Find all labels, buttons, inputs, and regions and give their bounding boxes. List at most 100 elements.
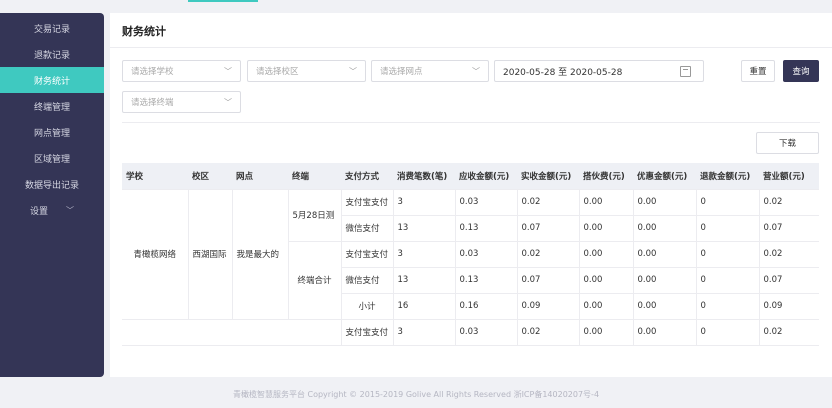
school-select-placeholder: 请选择学校 [131, 67, 174, 77]
table-cell: 0 [696, 267, 760, 294]
campus-select[interactable]: 请选择校区 ﹀ [247, 60, 366, 82]
sidebar-item-outlets[interactable]: 网点管理 [0, 119, 104, 145]
column-header: 应收金额(元) [455, 163, 517, 190]
terminal-cell: 终端合计 [288, 241, 342, 320]
campus-select-placeholder: 请选择校区 [256, 67, 299, 77]
table-cell: 0.13 [455, 215, 518, 242]
subtotal-label: 小计 [341, 293, 394, 320]
table-cell: 3 [393, 241, 456, 268]
table-cell: 0.00 [633, 319, 697, 346]
table-cell: 0.02 [759, 319, 819, 346]
table-cell: 0.03 [455, 189, 518, 216]
table-header-row: 学校 校区 网点 终端 支付方式 消费笔数(笔) 应收金额(元) 实收金额(元)… [122, 163, 819, 190]
table-cell: 0.09 [517, 293, 580, 320]
sidebar-item-label: 财务统计 [33, 76, 70, 87]
table-cell: 0 [696, 241, 760, 268]
sidebar-item-label: 设置 [29, 206, 48, 217]
table-row: 支付宝支付 3 0.03 0.02 0.00 0.00 0 0.02 [122, 319, 819, 346]
table-cell: 支付宝支付 [341, 189, 394, 216]
column-header: 退款金额(元) [696, 163, 759, 190]
sidebar-item-finance-stats[interactable]: 财务统计 [0, 67, 104, 93]
query-button[interactable]: 查询 [783, 60, 819, 82]
campus-cell: 西湖国际 [188, 189, 233, 320]
table-cell: 0.13 [455, 267, 518, 294]
sidebar-item-terminals[interactable]: 终端管理 [0, 93, 104, 119]
table-cell: 0 [696, 319, 760, 346]
table-cell: 16 [393, 293, 456, 320]
table-cell: 0.02 [517, 241, 580, 268]
table-cell: 0.07 [517, 215, 580, 242]
sidebar-item-label: 交易记录 [33, 24, 70, 35]
sidebar-item-transactions[interactable]: 交易记录 [0, 15, 104, 41]
table-cell: 13 [393, 267, 456, 294]
table-cell: 0.00 [579, 319, 634, 346]
terminal-select[interactable]: 请选择终端 ﹀ [122, 91, 241, 113]
column-header: 搭伙费(元) [579, 163, 633, 190]
table-cell: 0.00 [633, 189, 697, 216]
column-header: 营业额(元) [759, 163, 819, 190]
table-cell: 0.03 [455, 241, 518, 268]
table-cell: 0.00 [633, 215, 697, 242]
table-cell: 3 [393, 189, 456, 216]
table-cell: 0.09 [759, 293, 819, 320]
table-cell: 0.07 [759, 267, 819, 294]
table-cell: 0.07 [517, 267, 580, 294]
chevron-down-icon: ﹀ [349, 67, 357, 76]
sidebar-item-label: 网点管理 [33, 128, 70, 139]
table-cell: 0.00 [579, 241, 634, 268]
table-cell: 0.02 [517, 319, 580, 346]
chevron-down-icon: ﹀ [224, 67, 232, 76]
column-header: 消费笔数(笔) [393, 163, 455, 190]
table-cell: 0.07 [759, 215, 819, 242]
table-cell: 0.02 [759, 189, 819, 216]
finance-table: 学校 校区 网点 终端 支付方式 消费笔数(笔) 应收金额(元) 实收金额(元)… [122, 163, 819, 347]
sidebar-item-regions[interactable]: 区域管理 [0, 145, 104, 171]
sidebar-item-label: 数据导出记录 [24, 180, 79, 191]
calendar-icon [680, 66, 691, 77]
table-cell: 0.00 [633, 267, 697, 294]
chevron-down-icon: ﹀ [66, 205, 74, 215]
sidebar-item-settings[interactable]: 设置 ﹀ [0, 197, 104, 223]
table-cell: 微信支付 [341, 267, 394, 294]
column-header: 校区 [188, 163, 232, 190]
date-range-picker[interactable]: 2020-05-28 至 2020-05-28 [494, 60, 704, 82]
outlet-cell: 我是最大的 [232, 189, 289, 320]
reset-button[interactable]: 重置 [741, 60, 775, 82]
table-cell: 3 [393, 319, 456, 346]
table-cell: 0.00 [579, 215, 634, 242]
title-divider [110, 47, 832, 48]
filter-divider [122, 122, 820, 123]
table-row: 青橄榄网络 西湖国际 我是最大的 5月28日测 支付宝支付 3 0.03 0.0… [122, 189, 819, 320]
table-cell: 13 [393, 215, 456, 242]
column-header: 终端 [288, 163, 341, 190]
column-header: 实收金额(元) [517, 163, 579, 190]
school-select[interactable]: 请选择学校 ﹀ [122, 60, 241, 82]
download-button[interactable]: 下载 [756, 132, 819, 154]
outlet-select-placeholder: 请选择网点 [380, 67, 423, 77]
column-header: 网点 [232, 163, 288, 190]
main-panel: 财务统计 请选择学校 ﹀ 请选择校区 ﹀ 请选择网点 ﹀ 2020-05-28 … [110, 13, 832, 377]
column-header: 学校 [122, 163, 188, 190]
table-cell: 0.02 [759, 241, 819, 268]
sidebar-item-label: 终端管理 [33, 102, 70, 113]
sidebar: 交易记录 退款记录 财务统计 终端管理 网点管理 区域管理 数据导出记录 设置 ﹀ [0, 13, 104, 377]
date-range-value: 2020-05-28 至 2020-05-28 [503, 67, 623, 78]
table-cell: 0.00 [579, 293, 634, 320]
sidebar-item-refunds[interactable]: 退款记录 [0, 41, 104, 67]
footer-copyright: 青橄榄智慧服务平台 Copyright © 2015-2019 Golive A… [232, 390, 600, 399]
table-cell: 0 [696, 215, 760, 242]
page-title: 财务统计 [122, 25, 166, 38]
table-cell: 0 [696, 293, 760, 320]
table-cell: 支付宝支付 [341, 319, 394, 346]
column-header: 优惠金额(元) [633, 163, 696, 190]
table-cell: 微信支付 [341, 215, 394, 242]
table-cell: 0.16 [455, 293, 518, 320]
table-cell: 0.03 [455, 319, 518, 346]
outlet-select[interactable]: 请选择网点 ﹀ [371, 60, 489, 82]
sidebar-item-label: 退款记录 [33, 50, 70, 61]
table-cell: 0.00 [579, 267, 634, 294]
sidebar-item-data-export[interactable]: 数据导出记录 [0, 171, 104, 197]
sidebar-item-label: 区域管理 [33, 154, 70, 165]
table-cell: 0.00 [579, 189, 634, 216]
top-tab-indicator [188, 0, 258, 2]
